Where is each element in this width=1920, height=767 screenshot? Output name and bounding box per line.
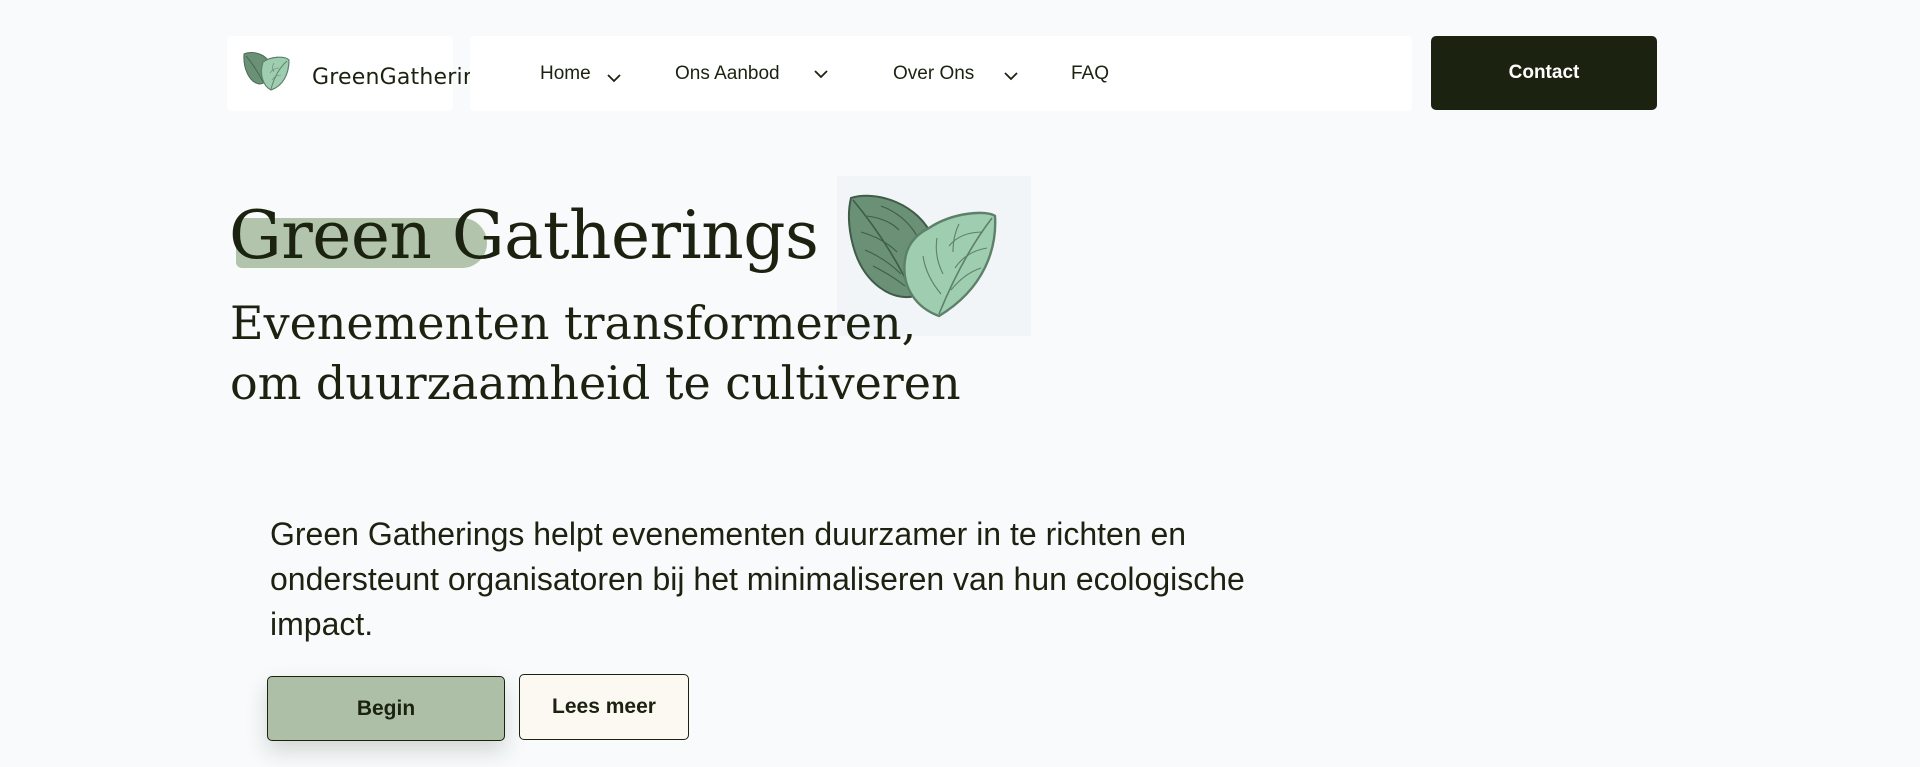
hero-description: Green Gatherings helpt evenementen duurz… <box>270 516 1245 642</box>
brand-home-link[interactable]: GreenGatherings <box>227 36 503 111</box>
hero-subtitle-line-2: om duurzaamheid te cultiveren <box>230 356 961 410</box>
nav-item-home[interactable]: Home <box>540 36 621 111</box>
hero-subtitle: Evenementen transformeren, om duurzaamhei… <box>230 293 961 413</box>
chevron-down-icon <box>1004 71 1018 80</box>
page: GreenGatherings Home Ons Aanbod Over Ons… <box>0 0 1920 767</box>
nav-item-label: Over Ons <box>893 62 975 84</box>
nav-item-label: Ons Aanbod <box>675 62 780 84</box>
lees-meer-button[interactable]: Lees meer <box>519 674 689 740</box>
contact-button[interactable]: Contact <box>1431 36 1657 110</box>
page-title: Green Gatherings <box>229 197 819 274</box>
begin-button[interactable]: Begin <box>267 676 505 741</box>
chevron-down-icon <box>813 69 828 78</box>
nav-item-ons-aanbod[interactable]: Ons Aanbod <box>675 36 828 111</box>
nav-item-label: Home <box>540 62 591 84</box>
nav-item-faq[interactable]: FAQ <box>1071 36 1109 111</box>
nav-item-over-ons[interactable]: Over Ons <box>893 36 1018 111</box>
hero-subtitle-line-1: Evenementen transformeren, <box>230 296 917 350</box>
chevron-down-icon <box>607 73 621 82</box>
leaves-logo-icon <box>243 52 290 91</box>
nav-item-label: FAQ <box>1071 62 1110 84</box>
main-nav: Home Ons Aanbod Over Ons FAQ <box>470 36 1412 111</box>
